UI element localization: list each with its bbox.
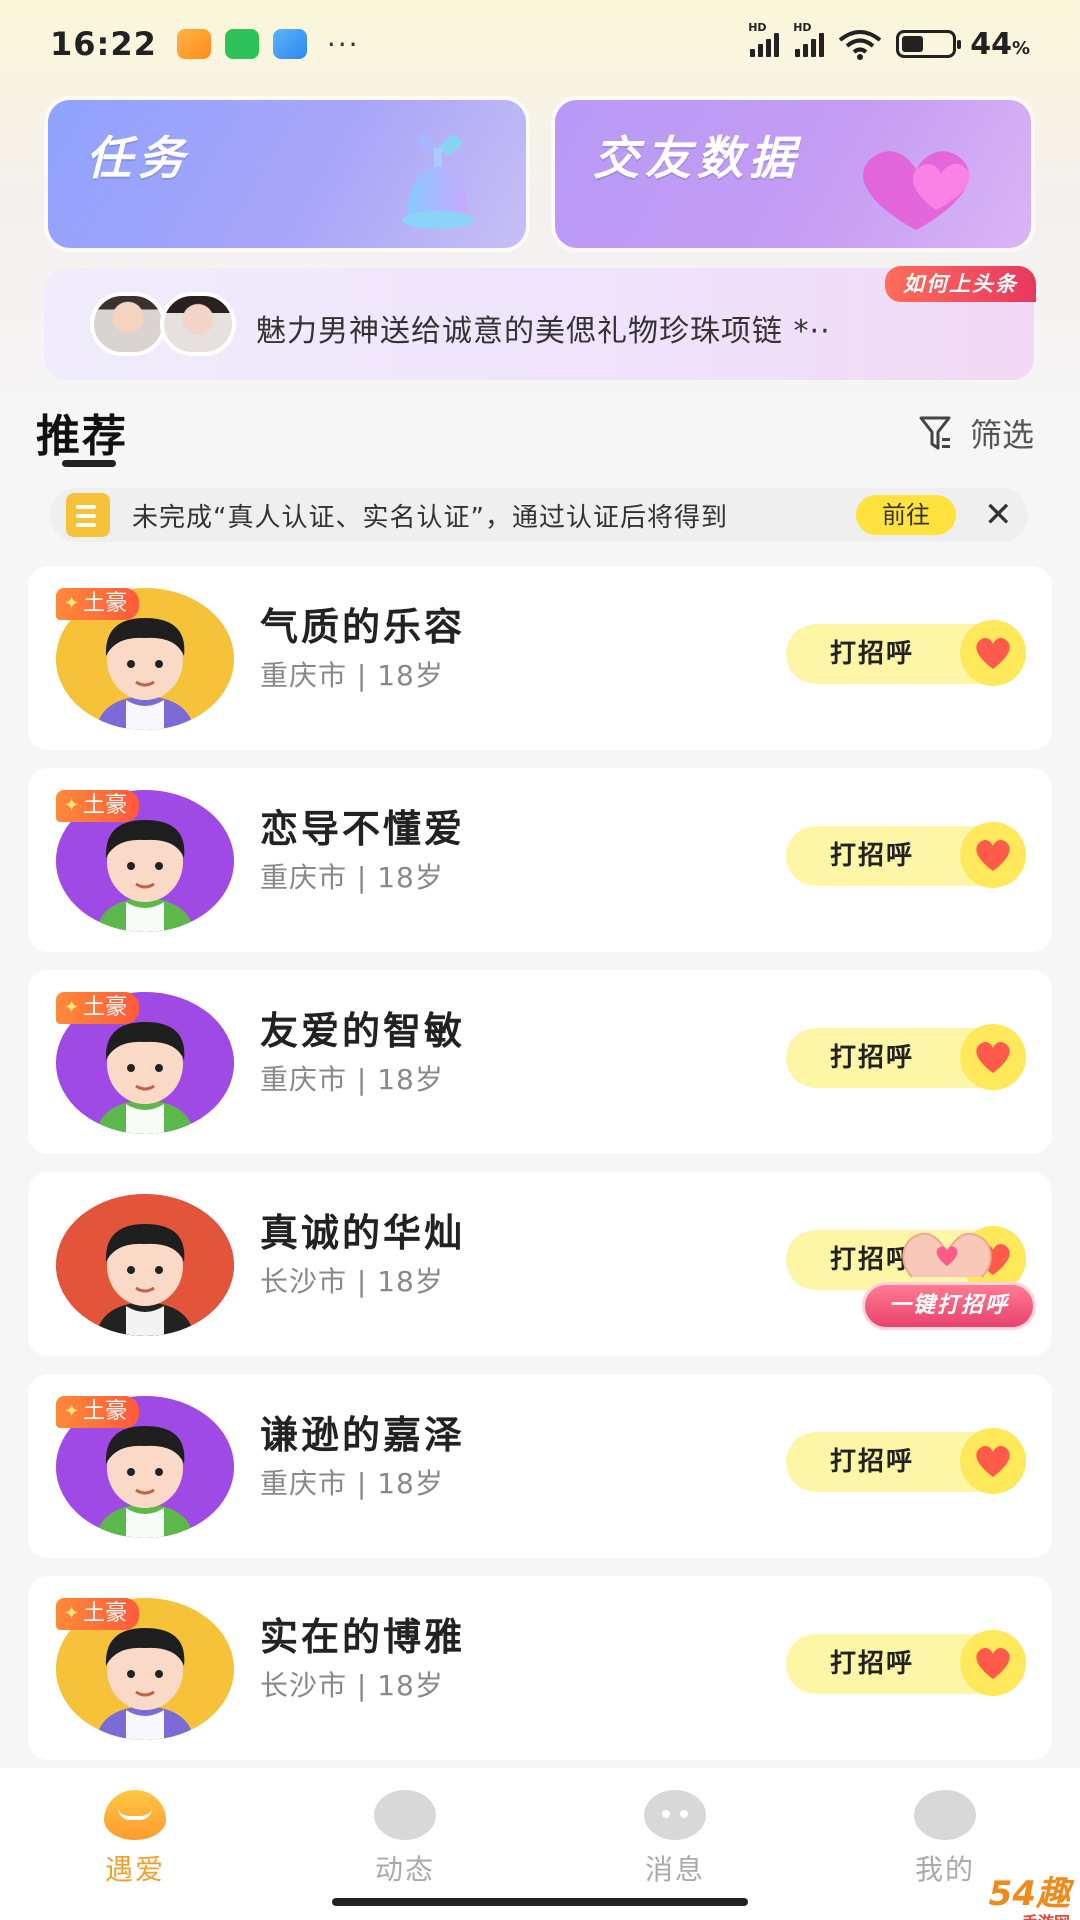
- greet-button-label: 打招呼: [830, 1649, 915, 1679]
- notice-text: 未完成“真人认证、实名认证”，通过认证后将得到: [132, 502, 728, 533]
- heart-icon: [960, 822, 1026, 888]
- user-location-age: 重庆市 | 18岁: [260, 861, 444, 894]
- nav-item-meet[interactable]: 遇爱: [0, 1768, 270, 1920]
- avatar: [160, 292, 236, 356]
- recommend-tab-indicator: [62, 460, 116, 467]
- nav-label: 遇爱: [104, 1853, 165, 1886]
- chat-bubble-icon: [644, 1790, 706, 1840]
- greet-button[interactable]: 打招呼: [786, 620, 1026, 686]
- battery-icon: [896, 30, 962, 58]
- message-app-icon: [272, 29, 307, 59]
- filter-label: 筛选: [969, 416, 1034, 454]
- filter-button[interactable]: 筛选: [918, 410, 1034, 456]
- bell-illustration-icon: [402, 130, 474, 229]
- notification-icons: ···: [176, 27, 360, 61]
- avatar[interactable]: [56, 1194, 234, 1336]
- signal-icon: HD: [748, 21, 780, 57]
- dating-data-banner[interactable]: 交友数据: [555, 100, 1031, 248]
- heart-icon: [960, 1428, 1026, 1494]
- tuhao-badge: ✦ 土豪: [56, 992, 140, 1024]
- close-icon[interactable]: ✕: [984, 498, 1013, 532]
- heart-icon: [960, 1024, 1026, 1090]
- notice-icon: [66, 493, 110, 537]
- user-location-age: 重庆市 | 18岁: [260, 1467, 444, 1500]
- user-card[interactable]: ✦ 土豪 谦逊的嘉泽 重庆市 | 18岁 打招呼: [28, 1374, 1052, 1558]
- greet-button-label: 打招呼: [830, 1447, 915, 1477]
- greet-button-label: 打招呼: [830, 841, 915, 871]
- greet-button[interactable]: 打招呼: [786, 1428, 1026, 1494]
- verification-notice: 未完成“真人认证、实名认证”，通过认证后将得到 前往 ✕: [50, 488, 1028, 542]
- tuhao-badge: ✦ 土豪: [56, 1598, 140, 1630]
- recommend-title[interactable]: 推荐: [36, 400, 128, 464]
- gallery-notification-icon: [176, 29, 211, 59]
- tuhao-badge: ✦ 土豪: [56, 1396, 140, 1428]
- user-name[interactable]: 友爱的智敏: [260, 1000, 465, 1055]
- avatar: [90, 292, 166, 356]
- heart-icon: [104, 1790, 166, 1840]
- go-verify-button[interactable]: 前往: [856, 495, 956, 535]
- greet-button[interactable]: 打招呼: [786, 1630, 1026, 1696]
- user-location-age: 重庆市 | 18岁: [260, 1063, 444, 1096]
- one-key-greet-label: 一键打招呼: [862, 1282, 1036, 1330]
- heart-icon: [960, 620, 1026, 686]
- more-notifications-icon: ···: [326, 27, 360, 61]
- signal-icon-2: HD: [793, 21, 825, 57]
- greet-button[interactable]: 打招呼: [786, 822, 1026, 888]
- user-card[interactable]: ✦ 土豪 实在的博雅 长沙市 | 18岁 打招呼: [28, 1576, 1052, 1760]
- wifi-icon: [838, 30, 882, 60]
- user-name[interactable]: 实在的博雅: [260, 1606, 465, 1661]
- filter-icon: [919, 416, 951, 450]
- user-name[interactable]: 真诚的华灿: [260, 1202, 465, 1257]
- user-location-age: 长沙市 | 18岁: [260, 1669, 444, 1702]
- user-location-age: 长沙市 | 18岁: [260, 1265, 444, 1298]
- dating-data-banner-title: 交友数据: [593, 131, 801, 185]
- heart-hands-icon: [902, 1232, 992, 1278]
- planet-icon: [374, 1790, 436, 1840]
- headline-how-to-button[interactable]: 如何上头条: [885, 266, 1036, 302]
- user-card[interactable]: ✦ 土豪 恋导不懂爱 重庆市 | 18岁 打招呼: [28, 768, 1052, 952]
- nav-label: 我的: [914, 1853, 975, 1886]
- headline-avatars: [90, 292, 236, 356]
- nav-label: 消息: [644, 1853, 705, 1886]
- battery-percent: 44%: [970, 26, 1030, 62]
- user-name[interactable]: 气质的乐容: [260, 596, 465, 651]
- tuhao-badge: ✦ 土豪: [56, 790, 140, 822]
- user-card[interactable]: ✦ 土豪 气质的乐容 重庆市 | 18岁 打招呼: [28, 566, 1052, 750]
- user-card[interactable]: ✦ 土豪 友爱的智敏 重庆市 | 18岁 打招呼: [28, 970, 1052, 1154]
- user-name[interactable]: 恋导不懂爱: [260, 798, 465, 853]
- greet-button-label: 打招呼: [830, 639, 915, 669]
- hearts-illustration-icon: [863, 151, 971, 230]
- status-time: 16:22: [50, 25, 157, 63]
- wechat-icon: [224, 29, 259, 59]
- headline-ticker[interactable]: 魅力男神送给诚意的美偲礼物珍珠项链 *·· 如何上头条: [44, 266, 1036, 380]
- status-bar: 16:22 ··· HD HD 44%: [0, 0, 1080, 88]
- greet-button[interactable]: 打招呼: [786, 1024, 1026, 1090]
- one-key-greet-button[interactable]: 一键打招呼: [862, 1222, 1036, 1332]
- home-indicator[interactable]: [332, 1898, 748, 1906]
- cartoon-avatar-icon: [56, 1194, 234, 1336]
- headline-text: 魅力男神送给诚意的美偲礼物珍珠项链 *··: [256, 314, 831, 349]
- task-banner[interactable]: 任务: [48, 100, 526, 248]
- user-name[interactable]: 谦逊的嘉泽: [260, 1404, 465, 1459]
- heart-icon: [960, 1630, 1026, 1696]
- tuhao-badge: ✦ 土豪: [56, 588, 140, 620]
- task-banner-title: 任务: [86, 131, 190, 185]
- user-location-age: 重庆市 | 18岁: [260, 659, 444, 692]
- site-watermark: 54趣 手游网: [988, 1874, 1070, 1920]
- greet-button-label: 打招呼: [830, 1043, 915, 1073]
- profile-icon: [914, 1790, 976, 1840]
- nav-label: 动态: [374, 1853, 435, 1886]
